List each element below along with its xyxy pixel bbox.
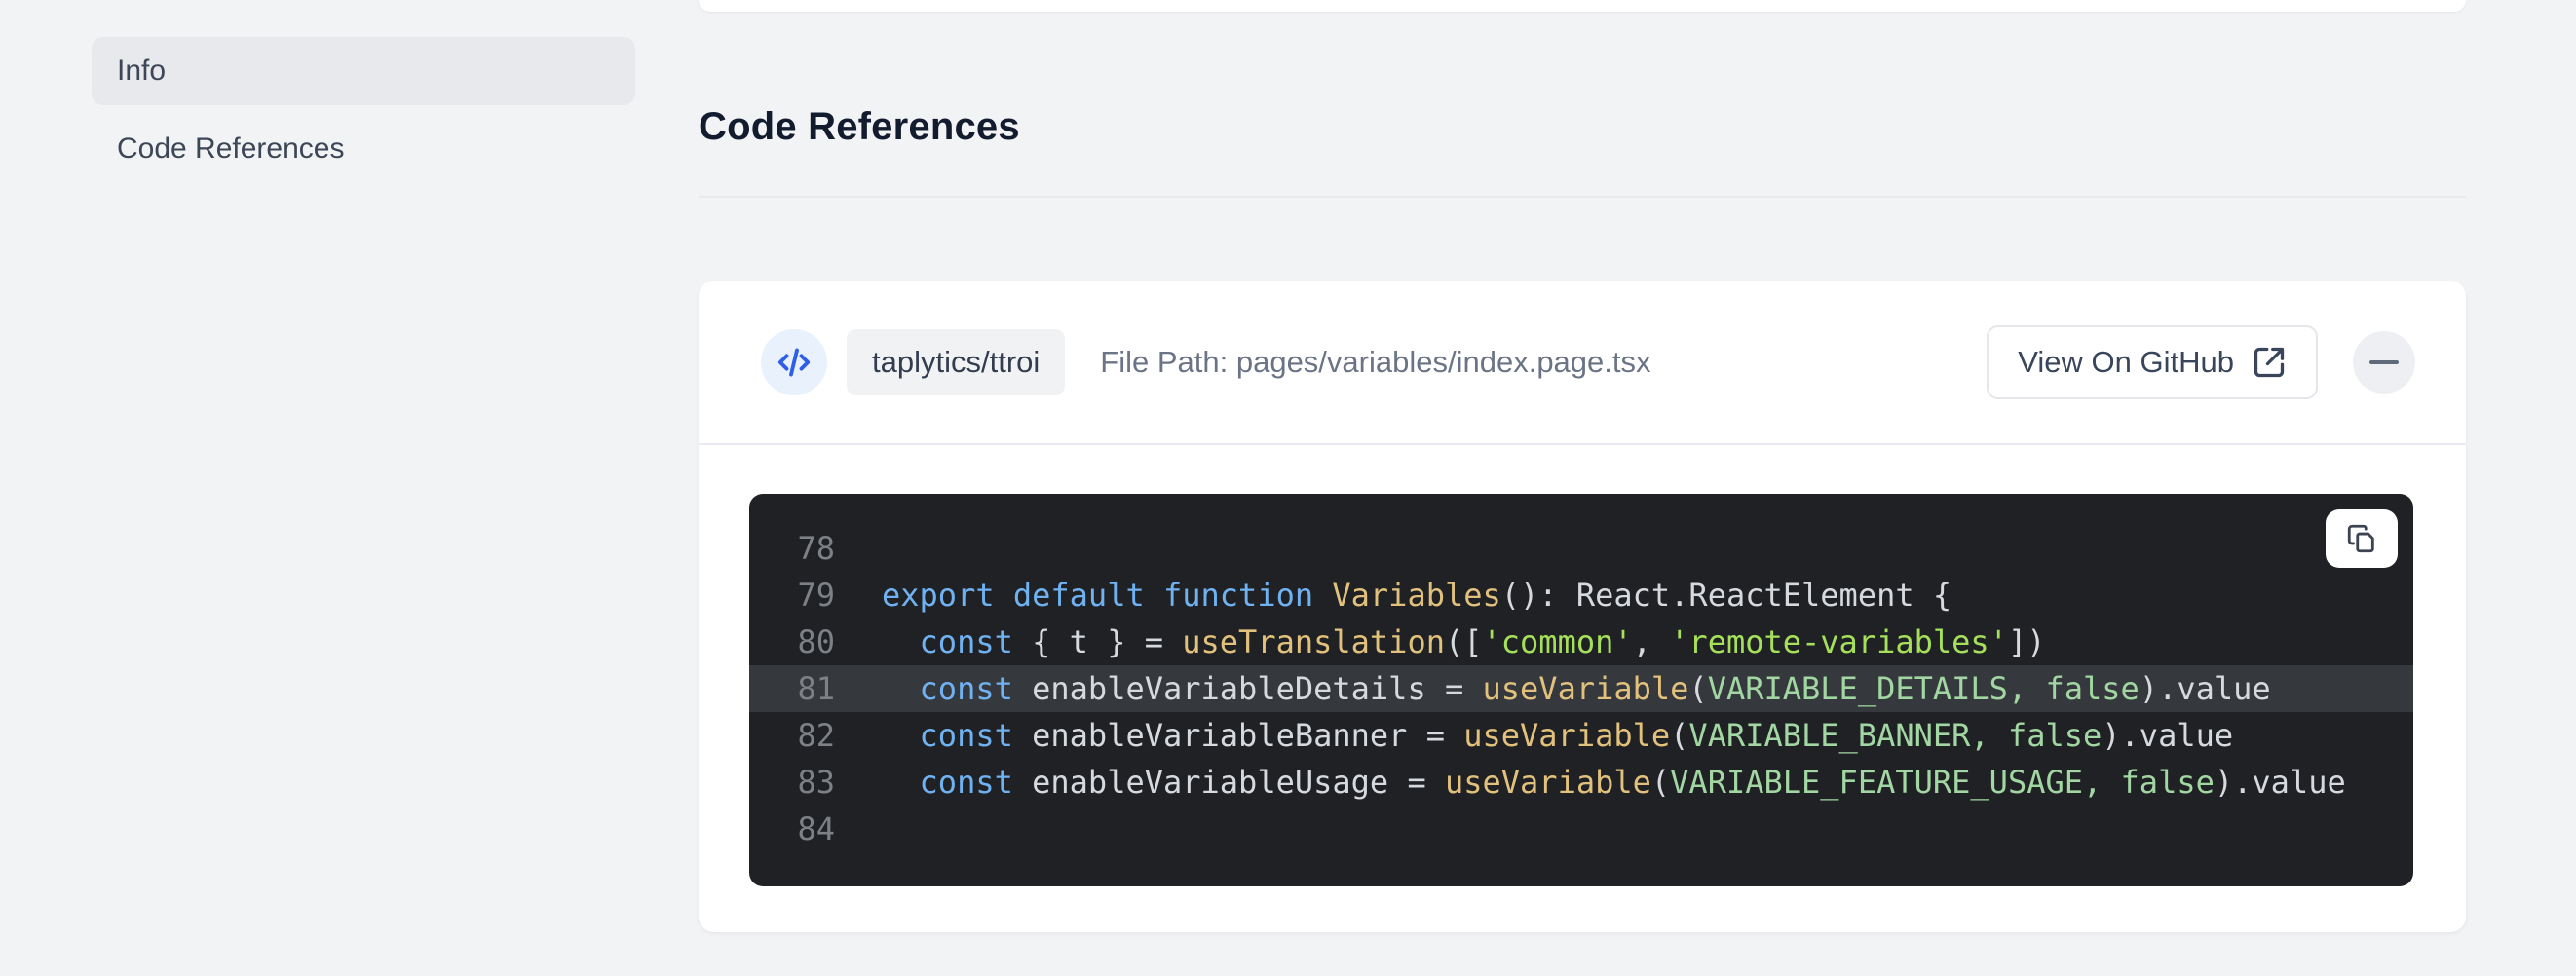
code-text: const enableVariableUsage = useVariable(… <box>882 759 2346 806</box>
code-line: 82 const enableVariableBanner = useVaria… <box>749 712 2413 759</box>
code-scroll-area[interactable]: 7879 export default function Variables():… <box>749 494 2413 886</box>
code-reference-card: taplytics/ttroi File Path: pages/variabl… <box>699 281 2466 932</box>
file-path-label: File Path: pages/variables/index.page.ts… <box>1100 345 1987 380</box>
line-number: 81 <box>780 665 835 712</box>
sidebar-item-label: Code References <box>117 132 344 166</box>
line-number: 82 <box>780 712 835 759</box>
code-reference-card-header: taplytics/ttroi File Path: pages/variabl… <box>699 281 2466 443</box>
view-on-github-label: View On GitHub <box>2018 345 2234 380</box>
sidebar-item-label: Info <box>117 55 166 88</box>
code-line: 78 <box>749 525 2413 572</box>
view-on-github-button[interactable]: View On GitHub <box>1987 325 2318 399</box>
copy-icon <box>2345 522 2378 555</box>
collapse-button[interactable] <box>2353 331 2415 394</box>
code-block: 7879 export default function Variables():… <box>749 494 2413 886</box>
code-line: 79 export default function Variables(): R… <box>749 572 2413 619</box>
minus-icon <box>2369 360 2399 364</box>
section-sidebar: Info Code References <box>92 37 635 193</box>
code-lines: 7879 export default function Variables():… <box>749 525 2413 852</box>
external-link-icon <box>2252 345 2287 380</box>
code-line: 81 const enableVariableDetails = useVari… <box>749 665 2413 712</box>
repo-name-chip: taplytics/ttroi <box>847 329 1065 395</box>
sidebar-item-code-references[interactable]: Code References <box>92 115 635 183</box>
code-text: const enableVariableBanner = useVariable… <box>882 712 2233 759</box>
title-divider <box>699 196 2466 198</box>
previous-card-bottom-edge <box>699 0 2466 12</box>
code-line: 83 const enableVariableUsage = useVariab… <box>749 759 2413 806</box>
code-section: 7879 export default function Variables():… <box>699 445 2466 933</box>
line-number: 78 <box>780 525 835 572</box>
code-text: export default function Variables(): Rea… <box>882 572 1951 619</box>
code-line: 80 const { t } = useTranslation(['common… <box>749 619 2413 665</box>
code-line: 84 <box>749 806 2413 852</box>
code-text: const enableVariableDetails = useVariabl… <box>882 665 2271 712</box>
code-text: const { t } = useTranslation(['common', … <box>882 619 2045 665</box>
line-number: 80 <box>780 619 835 665</box>
code-chevrons-icon <box>775 343 814 382</box>
line-number: 84 <box>780 806 835 852</box>
line-number: 79 <box>780 572 835 619</box>
copy-code-button[interactable] <box>2326 509 2398 568</box>
sidebar-item-info[interactable]: Info <box>92 37 635 105</box>
line-number: 83 <box>780 759 835 806</box>
code-badge <box>761 329 827 395</box>
page-title: Code References <box>699 105 1020 149</box>
